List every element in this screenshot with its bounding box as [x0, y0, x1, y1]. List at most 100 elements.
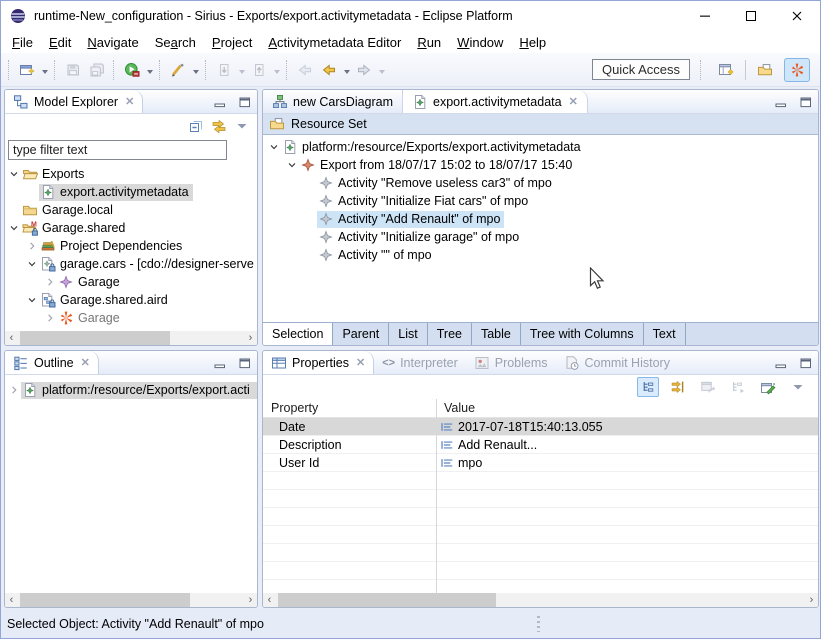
show-advanced-properties-button[interactable]	[667, 377, 689, 397]
tab-properties[interactable]: Properties ✕	[263, 351, 374, 374]
scroll-right-icon[interactable]: ›	[244, 593, 257, 607]
menu-project[interactable]: Project	[204, 33, 260, 52]
tree-item-activity-initialize-garage[interactable]: Activity "Initialize garage" of mpo	[263, 228, 818, 246]
tab-interpreter[interactable]: <> Interpreter	[374, 351, 466, 374]
save-all-button[interactable]	[85, 58, 109, 82]
save-button[interactable]	[61, 58, 85, 82]
show-categories-button[interactable]	[727, 377, 749, 397]
expander-icon[interactable]	[25, 292, 39, 308]
scroll-right-icon[interactable]: ›	[805, 593, 818, 607]
tree-item-garage-cars[interactable]: garage.cars - [cdo://designer-serve	[5, 255, 257, 273]
maximize-view-button[interactable]	[798, 94, 814, 110]
expander-icon[interactable]	[285, 157, 299, 173]
marker-tool-dropdown[interactable]	[190, 58, 201, 82]
close-tab-icon[interactable]: ✕	[567, 95, 578, 108]
new-wizard-dropdown[interactable]	[39, 58, 50, 82]
tree-item-garage-representations[interactable]: Garage	[5, 309, 257, 327]
minimize-view-button[interactable]	[773, 94, 789, 110]
filter-input[interactable]	[8, 140, 227, 160]
minimize-button[interactable]	[682, 1, 728, 31]
tab-commit-history[interactable]: Commit History	[556, 351, 678, 374]
scroll-left-icon[interactable]: ‹	[5, 331, 18, 345]
back-button[interactable]	[317, 58, 341, 82]
open-perspective-button[interactable]	[713, 58, 739, 82]
tree-item-activity-empty[interactable]: Activity "" of mpo	[263, 246, 818, 264]
editor-tab-new-carsdiagram[interactable]: new CarsDiagram	[263, 90, 403, 113]
tab-problems[interactable]: Problems	[466, 351, 556, 374]
next-annotation-button[interactable]	[212, 58, 236, 82]
tree-item-exports[interactable]: Exports	[5, 165, 257, 183]
minimize-view-button[interactable]	[212, 94, 228, 110]
next-annotation-dropdown[interactable]	[236, 58, 247, 82]
tree-item-garage-shared-aird[interactable]: Garage.shared.aird	[5, 291, 257, 309]
tree-item-garage-shared[interactable]: Garage.shared	[5, 219, 257, 237]
show-tree-mode-button[interactable]	[637, 377, 659, 397]
expander-icon[interactable]	[267, 139, 281, 155]
editor-tab-export-activitymetadata[interactable]: export.activitymetadata ✕	[403, 90, 588, 113]
close-tab-icon[interactable]: ✕	[354, 356, 365, 369]
sirius-perspective-button[interactable]	[784, 58, 810, 82]
expander-icon[interactable]	[43, 310, 57, 326]
tree-item-export-activitymetadata[interactable]: export.activitymetadata	[5, 183, 257, 201]
run-button[interactable]	[120, 58, 144, 82]
outline-hscrollbar[interactable]: ‹ ›	[5, 593, 257, 607]
expander-icon[interactable]	[7, 166, 21, 182]
page-tab-list[interactable]: List	[389, 323, 427, 345]
property-row-date[interactable]: Date 2017-07-18T15:40:13.055	[263, 418, 818, 436]
close-tab-icon[interactable]: ✕	[123, 95, 134, 108]
property-row-description[interactable]: Description Add Renault...	[263, 436, 818, 454]
forward-dropdown[interactable]	[376, 58, 387, 82]
tree-item-export-range[interactable]: Export from 18/07/17 15:02 to 18/07/17 1…	[263, 156, 818, 174]
menu-edit[interactable]: Edit	[41, 33, 79, 52]
view-menu-button[interactable]	[787, 377, 809, 397]
maximize-button[interactable]	[728, 1, 774, 31]
tree-item-garage-semantic[interactable]: Garage	[5, 273, 257, 291]
menu-activitymetadata-editor[interactable]: Activitymetadata Editor	[260, 33, 409, 52]
maximize-view-button[interactable]	[798, 355, 814, 371]
expander-icon[interactable]	[25, 256, 39, 272]
resource-set-header[interactable]: Resource Set	[263, 114, 818, 135]
tree-item-activity-add-renault[interactable]: Activity "Add Renault" of mpo	[263, 210, 818, 228]
tree-item-activity-remove-useless-car3[interactable]: Activity "Remove useless car3" of mpo	[263, 174, 818, 192]
tab-outline[interactable]: Outline ✕	[5, 351, 99, 374]
last-edit-location-button[interactable]	[293, 58, 317, 82]
collapse-all-button[interactable]	[188, 118, 204, 134]
quick-access-button[interactable]: Quick Access	[592, 59, 690, 80]
menu-window[interactable]: Window	[449, 33, 511, 52]
scroll-right-icon[interactable]: ›	[244, 331, 257, 345]
tree-item-project-dependencies[interactable]: Project Dependencies	[5, 237, 257, 255]
tree-item-garage-local[interactable]: Garage.local	[5, 201, 257, 219]
resource-perspective-button[interactable]	[752, 58, 778, 82]
new-property-button[interactable]	[757, 377, 779, 397]
page-tab-tree[interactable]: Tree	[428, 323, 472, 345]
scroll-left-icon[interactable]: ‹	[263, 593, 276, 607]
page-tab-table[interactable]: Table	[472, 323, 521, 345]
page-tab-text[interactable]: Text	[644, 323, 686, 345]
maximize-view-button[interactable]	[237, 355, 253, 371]
scroll-thumb[interactable]	[20, 593, 190, 607]
tree-item-platform-resource[interactable]: platform:/resource/Exports/export.activi…	[263, 138, 818, 156]
properties-hscrollbar[interactable]: ‹ ›	[263, 593, 818, 607]
restore-default-value-button[interactable]	[697, 377, 719, 397]
outline-item-platform-resource[interactable]: platform:/resource/Exports/export.acti	[5, 381, 257, 399]
previous-annotation-dropdown[interactable]	[271, 58, 282, 82]
scroll-left-icon[interactable]: ‹	[5, 593, 18, 607]
expander-icon[interactable]	[7, 382, 21, 398]
marker-tool-button[interactable]	[166, 58, 190, 82]
expander-icon[interactable]	[7, 220, 21, 236]
page-tab-parent[interactable]: Parent	[333, 323, 389, 345]
tab-model-explorer[interactable]: Model Explorer ✕	[5, 90, 143, 113]
new-wizard-button[interactable]	[15, 58, 39, 82]
view-menu-button[interactable]	[234, 118, 250, 134]
scroll-thumb[interactable]	[20, 331, 170, 345]
run-dropdown[interactable]	[144, 58, 155, 82]
property-row-user-id[interactable]: User Id mpo	[263, 454, 818, 472]
scroll-thumb[interactable]	[278, 593, 496, 607]
maximize-view-button[interactable]	[237, 94, 253, 110]
forward-button[interactable]	[352, 58, 376, 82]
tree-item-activity-initialize-fiat-cars[interactable]: Activity "Initialize Fiat cars" of mpo	[263, 192, 818, 210]
page-tab-tree-with-columns[interactable]: Tree with Columns	[521, 323, 644, 345]
link-with-editor-button[interactable]	[211, 118, 227, 134]
page-tab-selection[interactable]: Selection	[263, 323, 333, 345]
expander-icon[interactable]	[43, 274, 57, 290]
